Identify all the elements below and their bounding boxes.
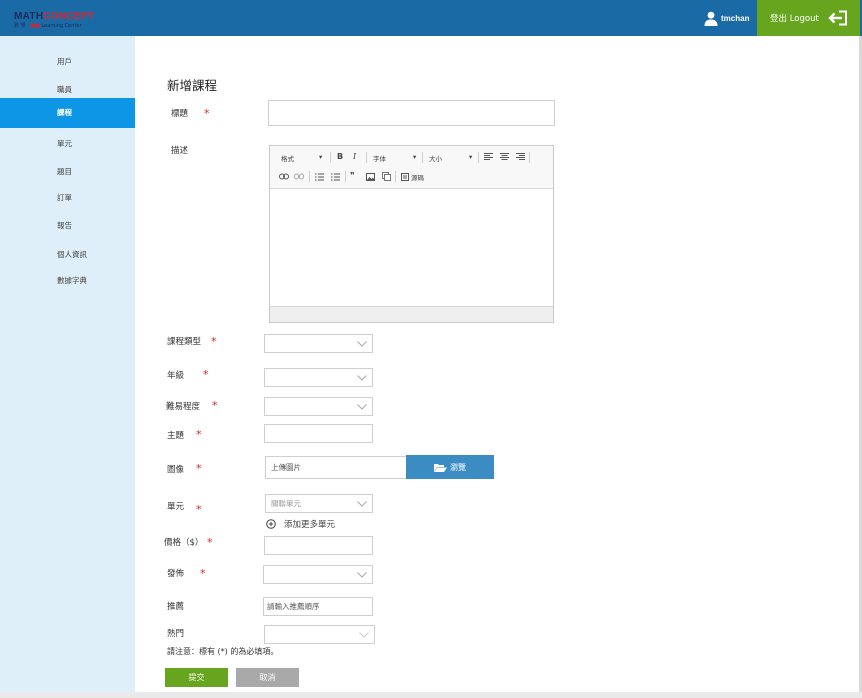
align-right-icon[interactable]: [516, 153, 525, 161]
category-select[interactable]: [264, 334, 373, 353]
plus-circle-icon: [266, 519, 276, 529]
chevron-down-icon: [357, 571, 367, 578]
required-mark: *: [196, 503, 202, 516]
required-mark: *: [211, 335, 217, 348]
sidebar: 用戶 職員 課程 單元 題目 訂單 報告 個人資訊 數據字典: [0, 36, 135, 698]
required-mark: *: [200, 567, 206, 580]
required-note: 請注意：標有 (*) 的為必填項。: [167, 647, 279, 656]
required-mark: *: [196, 428, 202, 441]
blockquote-icon[interactable]: ❞: [350, 171, 355, 180]
chevron-down-icon: [357, 403, 367, 410]
copy-icon[interactable]: [382, 172, 391, 181]
difficulty-select[interactable]: [264, 397, 373, 416]
chevron-down-icon: ▾: [319, 153, 323, 161]
user-icon: [704, 11, 718, 26]
category-label: 課程類型: [167, 337, 202, 347]
price-input[interactable]: [264, 536, 373, 555]
grade-select[interactable]: [264, 368, 373, 387]
cancel-button[interactable]: 取消: [236, 668, 299, 687]
sidebar-item-units[interactable]: 單元: [0, 129, 135, 159]
sidebar-item-orders[interactable]: 訂單: [0, 183, 135, 213]
font-dropdown[interactable]: 字体: [373, 153, 386, 163]
title-input[interactable]: [268, 100, 555, 126]
bottom-strip: [0, 692, 862, 698]
required-mark: *: [203, 368, 209, 381]
hot-label: 熱門: [167, 629, 185, 639]
link-icon[interactable]: [279, 173, 289, 180]
price-label: 價格（$）: [164, 538, 204, 548]
browse-button[interactable]: 瀏覽: [406, 455, 494, 479]
hot-select[interactable]: [264, 625, 375, 644]
required-mark: *: [196, 462, 202, 475]
editor-status-bar: [270, 306, 553, 322]
sidebar-item-courses[interactable]: 課程: [0, 98, 135, 128]
sidebar-item-reports[interactable]: 報告: [0, 211, 135, 241]
source-button[interactable]: 源碼: [411, 172, 424, 182]
image-icon[interactable]: [366, 173, 375, 181]
chevron-down-icon: [357, 340, 367, 347]
italic-button[interactable]: I: [353, 152, 356, 161]
align-center-icon[interactable]: [500, 153, 509, 161]
format-dropdown[interactable]: 格式: [281, 153, 294, 163]
grade-label: 年級: [167, 371, 185, 381]
browse-label: 瀏覽: [450, 462, 466, 472]
required-mark: *: [204, 107, 210, 120]
publish-select[interactable]: [263, 565, 373, 584]
bullet-list-icon[interactable]: [315, 173, 324, 181]
unit-placeholder: 關聯單元: [271, 499, 301, 508]
chevron-down-icon: ▾: [413, 153, 417, 161]
numbered-list-icon[interactable]: [331, 173, 340, 181]
sidebar-item-users[interactable]: 用戶: [0, 47, 135, 77]
description-label: 描述: [171, 146, 189, 156]
description-editor[interactable]: 格式 ▾ B I 字体 ▾ 大小 ▾ ❞ 源碼: [269, 145, 554, 323]
chevron-down-icon: [357, 500, 367, 507]
topic-label: 主題: [167, 431, 185, 441]
submit-button[interactable]: 提交: [165, 668, 228, 687]
page-title: 新增課程: [167, 78, 218, 93]
username: tmchan: [721, 13, 750, 23]
required-mark: *: [212, 399, 218, 412]
recommend-order-input[interactable]: 請輸入推薦順序: [263, 597, 373, 616]
unit-label: 單元: [167, 502, 185, 512]
source-icon: [401, 173, 409, 181]
align-left-icon[interactable]: [484, 153, 493, 161]
user-menu[interactable]: tmchan: [704, 10, 749, 26]
difficulty-label: 難易程度: [166, 402, 201, 412]
image-upload-field[interactable]: 上傳圖片: [265, 456, 407, 479]
editor-toolbar: 格式 ▾ B I 字体 ▾ 大小 ▾ ❞ 源碼: [270, 146, 553, 189]
add-more-units-link[interactable]: 添加更多單元: [266, 518, 335, 530]
publish-label: 發佈: [167, 569, 185, 579]
title-label: 標題: [171, 109, 189, 119]
add-more-units-label: 添加更多單元: [284, 520, 336, 530]
unit-select[interactable]: 關聯單元: [265, 494, 373, 513]
image-label: 圖像: [167, 465, 185, 475]
size-dropdown[interactable]: 大小: [429, 153, 442, 163]
topic-input[interactable]: [264, 424, 373, 443]
math-concept-logo[interactable]: MATHCONCEPT 數 學 · ■■ Learning Center: [14, 11, 104, 29]
main-content: [135, 36, 862, 692]
sidebar-item-data-dictionary[interactable]: 數據字典: [0, 266, 135, 296]
logout-label: 登出 Logout: [770, 14, 819, 24]
recommend-order-placeholder: 請輸入推薦順序: [267, 602, 320, 611]
chevron-down-icon: ▾: [469, 153, 473, 161]
bold-button[interactable]: B: [337, 152, 343, 161]
image-upload-placeholder: 上傳圖片: [271, 463, 301, 472]
logout-button[interactable]: 登出 Logout: [757, 0, 860, 36]
chevron-down-icon: [359, 631, 369, 638]
unlink-icon[interactable]: [294, 173, 304, 180]
logout-icon: [828, 10, 847, 26]
required-mark: *: [207, 536, 213, 549]
recommend-label: 推薦: [167, 602, 185, 612]
chevron-down-icon: [357, 374, 367, 381]
folder-open-icon: [434, 463, 447, 472]
top-bar: MATHCONCEPT 數 學 · ■■ Learning Center tmc…: [0, 0, 862, 36]
